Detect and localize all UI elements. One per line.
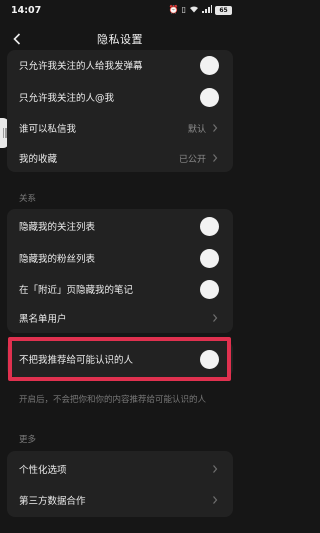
danmaku-toggle[interactable] — [200, 55, 219, 75]
mention-toggle[interactable] — [200, 87, 219, 107]
row-label: 在「附近」页隐藏我的笔记 — [19, 285, 134, 296]
row-blocklist[interactable]: 黑名单用户 — [7, 303, 233, 333]
top-settings-group: 只允许我关注的人给我发弹幕 只允许我关注的人@我 谁可以私信我 默认 我的收藏 … — [7, 50, 233, 172]
row-label: 黑名单用户 — [19, 314, 67, 325]
chevron-right-icon — [213, 154, 218, 162]
chevron-left-icon — [13, 33, 21, 45]
recommend-toggle[interactable] — [200, 349, 219, 369]
favorites-visibility-value: 已公开 — [178, 154, 206, 165]
relations-group: 隐藏我的关注列表 隐藏我的粉丝列表 在「附近」页隐藏我的笔记 黑名单用户 — [7, 209, 233, 333]
row-label: 第三方数据合作 — [19, 496, 86, 507]
row-label: 我的收藏 — [19, 154, 58, 165]
status-bar: 14:07 ⏰ ▯ 65 — [0, 0, 240, 20]
wifi-icon — [189, 5, 199, 15]
chevron-right-icon — [213, 314, 218, 322]
privacy-settings-screen: 14:07 ⏰ ▯ 65 隐私设置 只允许我关注的人给我发弹幕 只允许我关注的人… — [0, 0, 240, 533]
row-my-favorites[interactable]: 我的收藏 已公开 — [7, 143, 233, 172]
chevron-right-icon — [213, 496, 218, 504]
row-hide-followers-list[interactable]: 隐藏我的粉丝列表 — [7, 243, 233, 273]
row-third-party-data[interactable]: 第三方数据合作 — [7, 485, 233, 515]
row-personalization[interactable]: 个性化选项 — [7, 454, 233, 484]
recommend-hint: 开启后，不会把你和你的内容推荐给可能认识的人 — [19, 395, 207, 405]
row-danmaku-following-only[interactable]: 只允许我关注的人给我发弹幕 — [7, 50, 233, 80]
message-permission-value: 默认 — [187, 124, 206, 135]
signal-icon — [202, 5, 212, 15]
row-label: 隐藏我的关注列表 — [19, 222, 96, 233]
row-label: 只允许我关注的人给我发弹幕 — [19, 61, 143, 72]
row-label: 不把我推荐给可能认识的人 — [19, 355, 134, 366]
row-label: 隐藏我的粉丝列表 — [19, 254, 96, 265]
hide-following-toggle[interactable] — [200, 216, 219, 236]
status-time: 14:07 — [11, 4, 42, 16]
section-header-relations: 关系 — [19, 194, 37, 204]
chevron-right-icon — [213, 465, 218, 473]
row-label: 只允许我关注的人@我 — [19, 93, 115, 104]
row-label: 谁可以私信我 — [19, 124, 77, 135]
recommend-group: 不把我推荐给可能认识的人 — [7, 341, 233, 377]
row-mention-following-only[interactable]: 只允许我关注的人@我 — [7, 82, 233, 112]
row-dont-recommend-to-acquaintances[interactable]: 不把我推荐给可能认识的人 — [7, 344, 233, 374]
row-who-can-message[interactable]: 谁可以私信我 默认 — [7, 113, 233, 143]
hide-followers-toggle[interactable] — [200, 248, 219, 268]
chevron-right-icon — [213, 124, 218, 132]
page-title: 隐私设置 — [97, 33, 143, 46]
row-hide-notes-nearby[interactable]: 在「附近」页隐藏我的笔记 — [7, 274, 233, 304]
vibrate-icon: ▯ — [181, 5, 186, 14]
more-group: 个性化选项 第三方数据合作 — [7, 451, 233, 517]
battery-indicator: 65 — [215, 5, 232, 15]
status-icons: ⏰ ▯ 65 — [169, 5, 232, 15]
section-header-more: 更多 — [19, 435, 37, 445]
row-hide-following-list[interactable]: 隐藏我的关注列表 — [7, 211, 233, 241]
hide-nearby-toggle[interactable] — [200, 279, 219, 299]
alarm-icon: ⏰ — [168, 5, 179, 14]
row-label: 个性化选项 — [19, 465, 67, 476]
back-button[interactable] — [8, 30, 26, 48]
